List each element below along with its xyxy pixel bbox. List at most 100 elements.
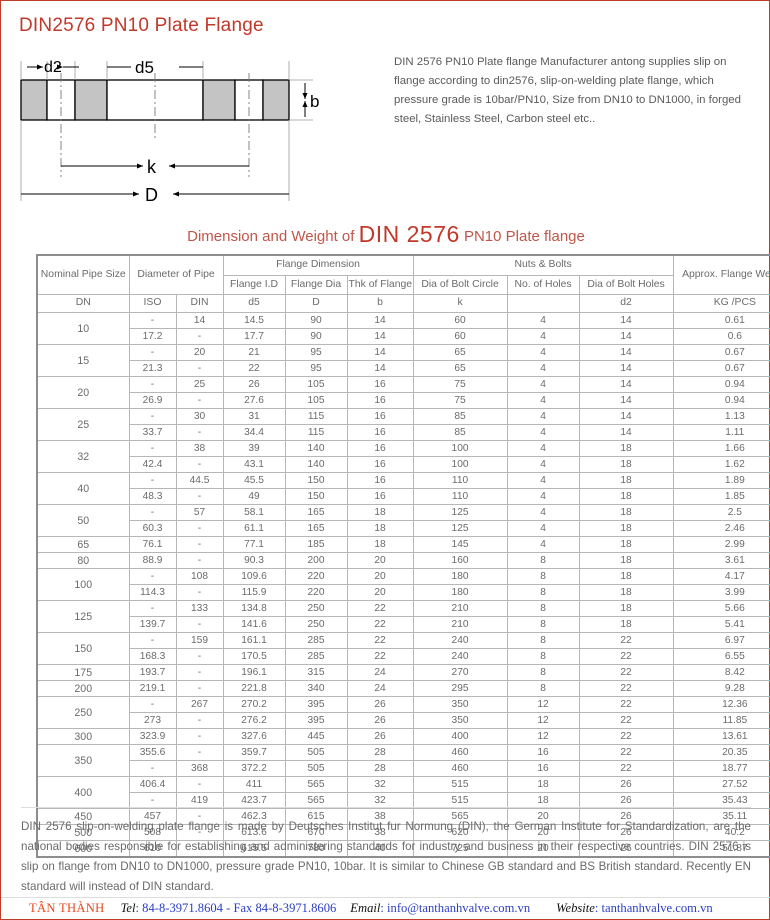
cell-weight: 18.77 [672,760,770,777]
cell-d5: 90.3 [222,552,286,569]
symbol-iso: ISO [128,294,177,313]
cell-nominal-pipe-size: 25 [36,408,130,441]
cell-nominal-pipe-size: 40 [36,472,130,505]
cell-d2: 18 [578,600,674,617]
email-label: Email [350,901,381,915]
cell-weight: 5.66 [672,600,770,617]
table-heading-lead: Dimension and Weight of [187,228,359,245]
cell-din: - [175,520,224,537]
cell-D: 445 [284,728,348,745]
cell-D: 250 [284,616,348,633]
website-value[interactable]: : tanthanhvalve.com.vn [595,901,713,915]
cell-nominal-pipe-size: 150 [36,632,130,665]
cell-iso: 76.1 [128,536,177,553]
cell-k: 85 [412,408,508,425]
cell-k: 125 [412,504,508,521]
cell-din: - [175,680,224,697]
cell-holes: 4 [506,520,580,537]
table-row: 400 406.4-411 565 32 515 18 26 27.52 [36,776,770,809]
cell-iso: - [128,504,177,521]
cell-weight: 5.41 [672,616,770,633]
cell-holes: 8 [506,568,580,585]
cell-D: 340 [284,680,348,697]
cell-din: 14 [175,312,224,329]
cell-weight: 0.67 [672,360,770,377]
table-row: 125-133 134.8 250 22 210 8 18 5.66 [36,600,770,633]
cell-d2: 18 [578,584,674,601]
cell-k: 270 [412,664,508,681]
cell-d2: 22 [578,712,674,729]
cell-d5: 22 [222,360,286,377]
cell-weight: 3.61 [672,552,770,569]
cell-b: 16 [346,408,414,425]
col-header-flange-id: Flange I.D [222,274,286,295]
cell-D: 140 [284,456,348,473]
symbol-d2: d2 [578,294,674,313]
table-row: 150-159 161.1 285 22 240 8 22 6.97 [36,632,770,665]
product-description: DIN 2576 PN10 Plate flange Manufacturer … [394,56,741,125]
cell-d5: 27.6 [222,392,286,409]
cell-D: 150 [284,488,348,505]
cell-iso: - [128,376,177,393]
cell-D: 150 [284,472,348,489]
cell-holes: 8 [506,616,580,633]
page-title: DIN2576 PN10 Plate Flange [19,15,264,36]
cell-holes: 4 [506,456,580,473]
cell-k: 100 [412,440,508,457]
table-row: 17.2-17.7 90 14 60 4 14 0.6 [37,328,770,345]
table-row: 50-57 58.1 165 18 125 4 18 2.5 [36,504,770,537]
cell-D: 395 [284,696,348,713]
table-row: 42.4-43.1 140 16 100 4 18 1.62 [37,456,770,473]
cell-holes: 16 [506,760,580,777]
cell-b: 18 [346,504,414,521]
cell-k: 210 [412,600,508,617]
table-row: 168.3-170.5 285 22 240 8 22 6.55 [37,648,770,665]
cell-k: 180 [412,568,508,585]
email-value[interactable]: : info@tanthanhvalve.com.vn [380,901,530,915]
cell-din: - [175,360,224,377]
cell-d5: 359.7 [222,744,286,761]
table-row: 40-44.5 45.5 150 16 110 4 18 1.89 [36,472,770,505]
cell-d5: 14.5 [222,312,286,329]
cell-holes: 4 [506,312,580,329]
symbol-b: b [346,294,414,313]
cell-d5: 39 [222,440,286,457]
cell-D: 95 [284,360,348,377]
cell-k: 65 [412,360,508,377]
cell-d2: 18 [578,568,674,585]
cell-din: 57 [175,504,224,521]
cell-holes: 18 [506,776,580,793]
symbol-din: DIN [175,294,224,313]
cell-weight: 0.6 [672,328,770,345]
cell-d2: 22 [578,760,674,777]
table-row: 200 219.1-221.8 340 24 295 8 22 9.28 [36,680,770,697]
tel-value: : 84-8-3971.8604 - Fax 84-8-3971.8606 [135,901,337,915]
cell-d5: 141.6 [222,616,286,633]
flange-cross-section-diagram: d2 d5 b k D [13,49,333,214]
cell-holes: 16 [506,744,580,761]
cell-k: 125 [412,520,508,537]
cell-b: 16 [346,440,414,457]
cell-d5: 115.9 [222,584,286,601]
cell-iso: 26.9 [128,392,177,409]
cell-k: 60 [412,328,508,345]
cell-iso: - [128,568,177,585]
cell-d5: 170.5 [222,648,286,665]
cell-nominal-pipe-size: 50 [36,504,130,537]
cell-D: 285 [284,632,348,649]
cell-d5: 276.2 [222,712,286,729]
symbol-k: k [412,294,508,313]
cell-din: 44.5 [175,472,224,489]
cell-iso: 60.3 [128,520,177,537]
col-header-flange-dia: Flange Dia [284,274,348,295]
cell-d2: 14 [578,408,674,425]
cell-k: 160 [412,552,508,569]
cell-k: 350 [412,712,508,729]
cell-D: 505 [284,760,348,777]
cell-d5: 372.2 [222,760,286,777]
cell-din: - [175,712,224,729]
cell-b: 22 [346,632,414,649]
cell-iso: - [128,440,177,457]
table-header: Nominal Pipe Size Diameter of Pipe Flang… [36,254,770,313]
cell-nominal-pipe-size: 350 [36,744,130,777]
